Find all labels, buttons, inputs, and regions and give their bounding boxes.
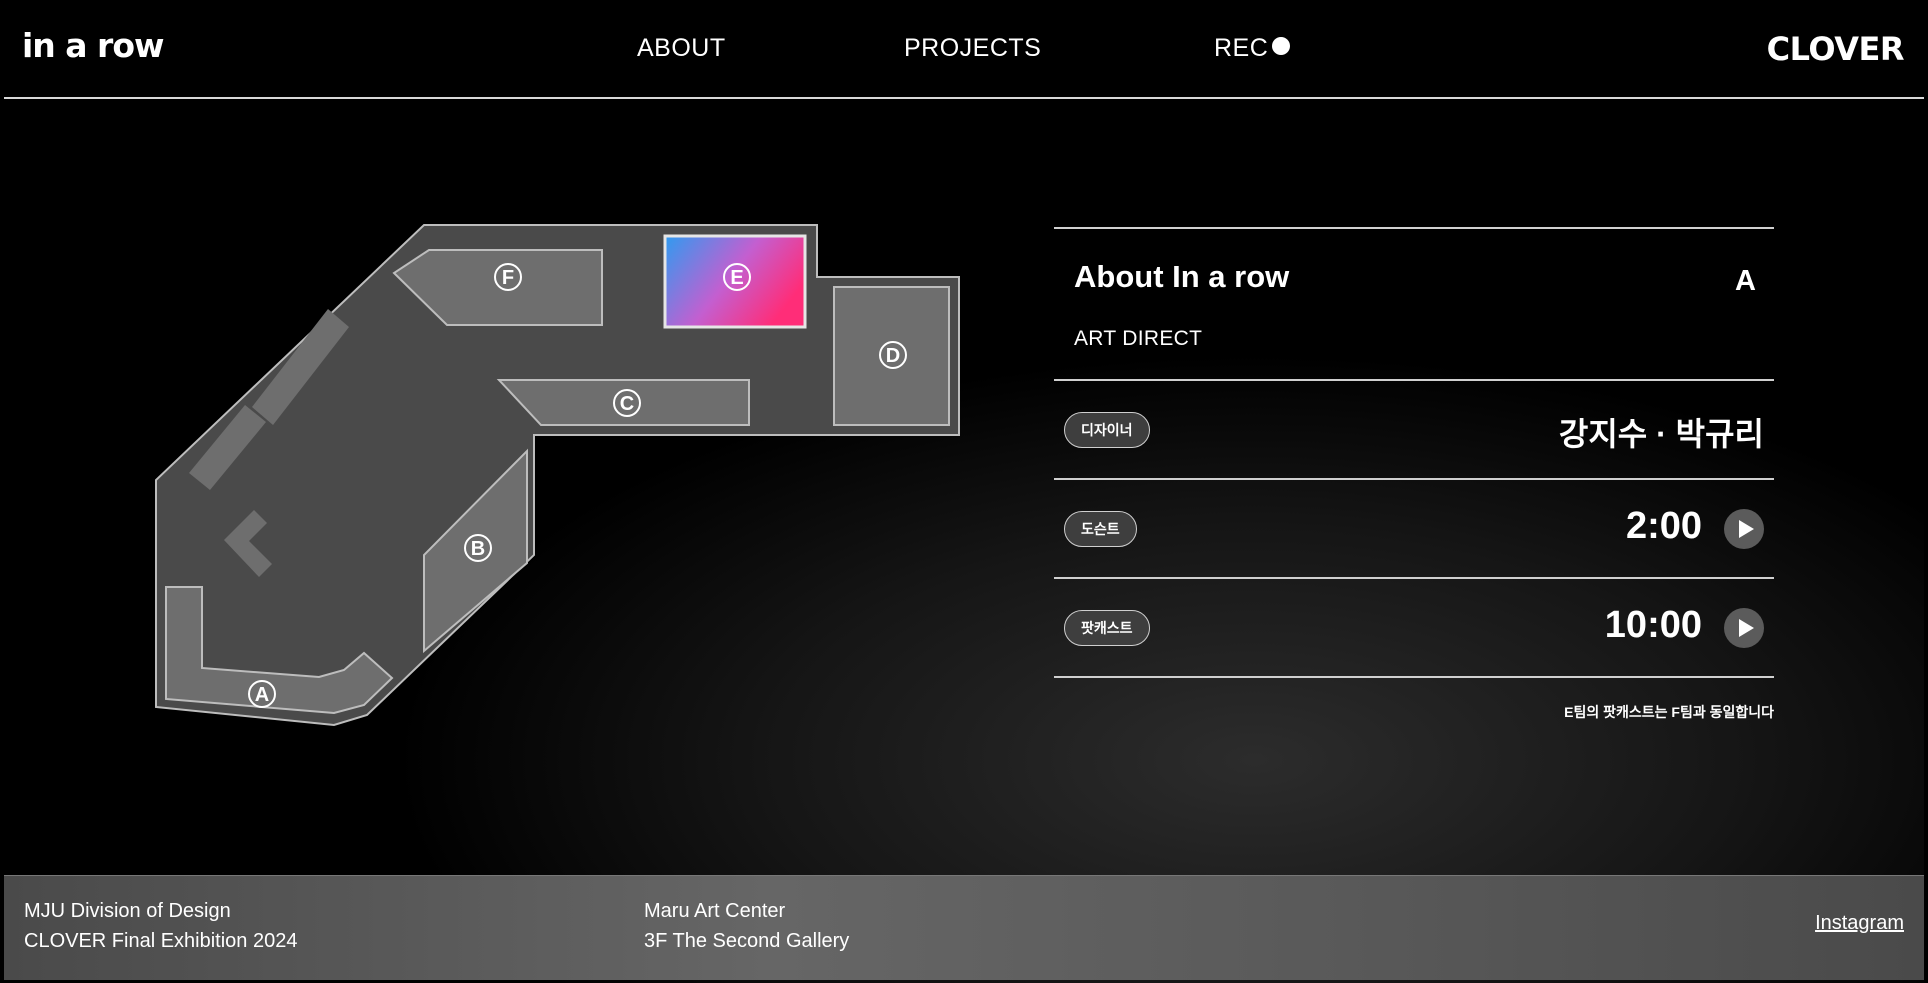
docent-row: 도슨트 2:00 — [1054, 480, 1774, 577]
zone-b-label: B — [471, 538, 485, 560]
zone-d-label: D — [886, 345, 900, 367]
nav-projects[interactable]: PROJECTS — [904, 34, 1041, 63]
zone-c[interactable]: C — [496, 379, 750, 426]
footer-organizer-line2: CLOVER Final Exhibition 2024 — [24, 930, 298, 952]
footer-venue-line1: Maru Art Center — [644, 900, 786, 922]
nav-rec-label: REC — [1214, 34, 1269, 62]
brand-logo[interactable]: CLOVER — [1767, 30, 1905, 68]
podcast-tag: 팟캐스트 — [1064, 610, 1150, 646]
zone-f-label: F — [502, 267, 514, 289]
docent-play-icon[interactable] — [1724, 509, 1764, 549]
podcast-note: E팀의 팟캐스트는 F팀과 동일합니다 — [1564, 704, 1774, 720]
designer-names: 강지수 · 박규리 — [1558, 416, 1764, 452]
nav-about[interactable]: ABOUT — [637, 34, 726, 63]
zone-e[interactable]: E — [663, 234, 807, 329]
project-info-panel: About In a row ART DIRECT A 디자이너 강지수 · 박… — [1054, 227, 1774, 722]
team-letter: A — [1735, 265, 1756, 297]
site-header: in a row ABOUT PROJECTS REC CLOVER — [4, 0, 1924, 99]
footer-venue: Maru Art Center 3F The Second Gallery — [644, 896, 849, 956]
site-footer: MJU Division of Design CLOVER Final Exhi… — [4, 875, 1924, 980]
site-logo[interactable]: in a row — [22, 26, 164, 65]
designer-tag: 디자이너 — [1064, 412, 1150, 448]
docent-duration: 2:00 — [1625, 505, 1702, 547]
nav-rec[interactable]: REC — [1214, 34, 1291, 63]
instagram-link[interactable]: Instagram — [1815, 912, 1904, 935]
footer-organizer-line1: MJU Division of Design — [24, 900, 231, 922]
record-dot-icon — [1272, 37, 1291, 55]
docent-tag: 도슨트 — [1064, 511, 1137, 547]
gallery-floor-map: F E D C B A — [155, 224, 960, 727]
footer-venue-line2: 3F The Second Gallery — [644, 930, 850, 952]
zone-d[interactable]: D — [833, 286, 950, 426]
divider — [1054, 676, 1774, 678]
podcast-row: 팟캐스트 10:00 — [1054, 579, 1774, 676]
project-title: About In a row — [1074, 259, 1290, 294]
zone-e-label: E — [730, 267, 743, 289]
zone-a-label: A — [255, 684, 269, 706]
designer-row: 디자이너 강지수 · 박규리 — [1054, 381, 1774, 478]
page-frame: in a row ABOUT PROJECTS REC CLOVER F E D… — [4, 0, 1924, 983]
podcast-duration: 10:00 — [1604, 604, 1702, 646]
zone-c-label: C — [620, 393, 634, 415]
podcast-play-icon[interactable] — [1724, 608, 1764, 648]
project-subtitle: ART DIRECT — [1074, 327, 1203, 350]
footer-organizer: MJU Division of Design CLOVER Final Exhi… — [24, 896, 297, 956]
project-header: About In a row ART DIRECT A — [1054, 229, 1774, 379]
